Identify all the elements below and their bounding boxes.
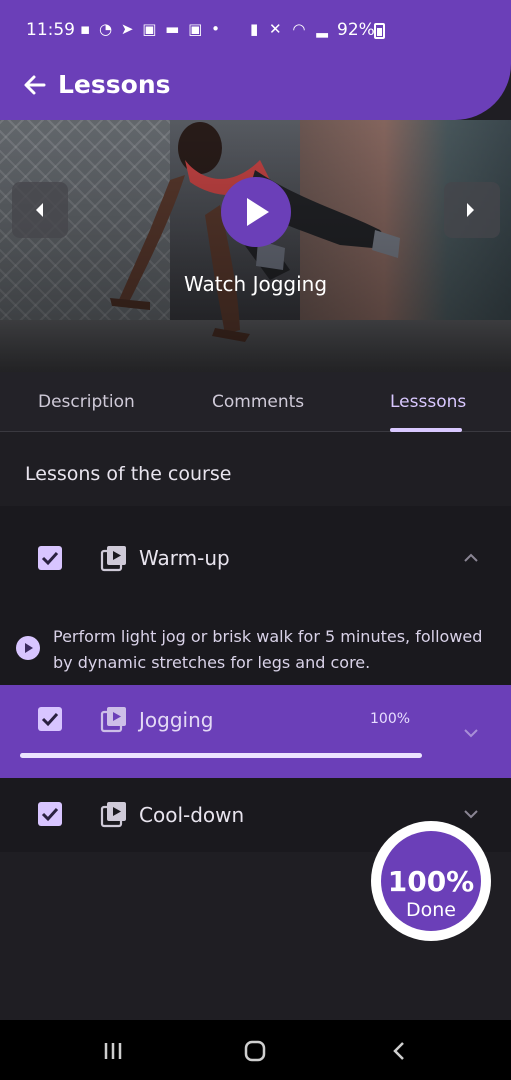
back-arrow-icon[interactable] <box>22 72 48 98</box>
mute-icon: ✕ <box>269 20 285 38</box>
instagram-icon: ▣ <box>188 20 205 38</box>
battery-icon <box>374 23 385 39</box>
lesson-checkbox[interactable] <box>38 802 62 826</box>
section-title: Lessons of the course <box>25 463 232 485</box>
signal-icon: ▂ <box>316 20 331 38</box>
video-player[interactable]: Watch Jogging <box>0 120 511 372</box>
lesson-label: Warm-up <box>139 546 230 570</box>
checkmark-icon <box>41 712 59 727</box>
lesson-progress-percent: 100% <box>370 711 411 727</box>
app-bar: Lessons <box>0 62 511 110</box>
status-time: 11:59 <box>26 20 75 40</box>
secure-icon: ▮ <box>250 20 262 38</box>
lesson-checkbox[interactable] <box>38 707 62 731</box>
lesson-label: Jogging <box>139 708 214 732</box>
video-library-icon <box>100 546 126 572</box>
play-button[interactable] <box>221 177 291 247</box>
tab-bar: Description Comments Lesssons <box>0 372 511 432</box>
system-icons: ▮ ✕ ◠ ▂ <box>250 20 331 38</box>
system-navigation-bar <box>0 1020 511 1080</box>
completion-badge-inner: 100% Done <box>381 831 481 931</box>
play-icon <box>25 643 33 653</box>
completion-badge: 100% Done <box>371 821 491 941</box>
instagram-icon: ▣ <box>142 20 159 38</box>
lesson-progress-bar <box>20 753 422 758</box>
lesson-progress-fill <box>20 753 422 758</box>
home-icon[interactable] <box>244 1040 266 1062</box>
lesson-play-button[interactable] <box>16 636 40 660</box>
tab-comments[interactable]: Comments <box>212 392 304 412</box>
dot-icon: • <box>211 20 222 38</box>
whatsapp-icon: ◔ <box>98 20 115 38</box>
lesson-label: Cool-down <box>139 803 245 827</box>
video-caption: Watch Jogging <box>183 272 328 296</box>
checkmark-icon <box>41 807 59 822</box>
recent-apps-icon[interactable] <box>102 1040 124 1062</box>
previous-video-button[interactable] <box>12 182 68 238</box>
tab-description[interactable]: Description <box>38 392 135 412</box>
app-header: 11:59 ▪ ◔ ➤ ▣ ▬ ▣ • ▮ ✕ ◠ ▂ 92% Lessons <box>0 0 511 120</box>
app-icon: ▬ <box>165 20 182 38</box>
message-icon: ▪ <box>80 20 93 38</box>
wifi-icon: ◠ <box>292 20 309 38</box>
telegram-icon: ➤ <box>120 20 136 38</box>
play-icon <box>247 198 269 226</box>
lesson-item-warm-up[interactable]: Warm-up <box>0 530 511 586</box>
video-library-icon <box>100 707 126 733</box>
completion-percent: 100% <box>387 865 475 898</box>
chevron-up-icon[interactable] <box>462 552 480 564</box>
completion-label: Done <box>406 899 456 921</box>
notification-icons: ▪ ◔ ➤ ▣ ▬ ▣ • <box>80 20 222 38</box>
tab-lessons[interactable]: Lesssons <box>390 392 466 412</box>
chevron-left-icon <box>36 203 43 217</box>
page-title: Lessons <box>58 70 171 99</box>
video-library-icon <box>100 802 126 828</box>
back-icon[interactable] <box>389 1040 411 1062</box>
checkmark-icon <box>41 551 59 566</box>
active-tab-indicator <box>390 428 462 432</box>
lesson-description-text: Perform light jog or brisk walk for 5 mi… <box>53 627 483 672</box>
battery-percent: 92% <box>337 20 375 40</box>
lesson-description: Perform light jog or brisk walk for 5 mi… <box>0 620 511 680</box>
chevron-down-icon[interactable] <box>462 727 480 739</box>
status-bar: 11:59 ▪ ◔ ➤ ▣ ▬ ▣ • ▮ ✕ ◠ ▂ 92% <box>0 0 511 60</box>
chevron-down-icon[interactable] <box>462 808 480 820</box>
chevron-right-icon <box>467 203 474 217</box>
next-video-button[interactable] <box>444 182 500 238</box>
lesson-checkbox[interactable] <box>38 546 62 570</box>
lesson-item-jogging[interactable]: Jogging 100% <box>0 685 511 778</box>
